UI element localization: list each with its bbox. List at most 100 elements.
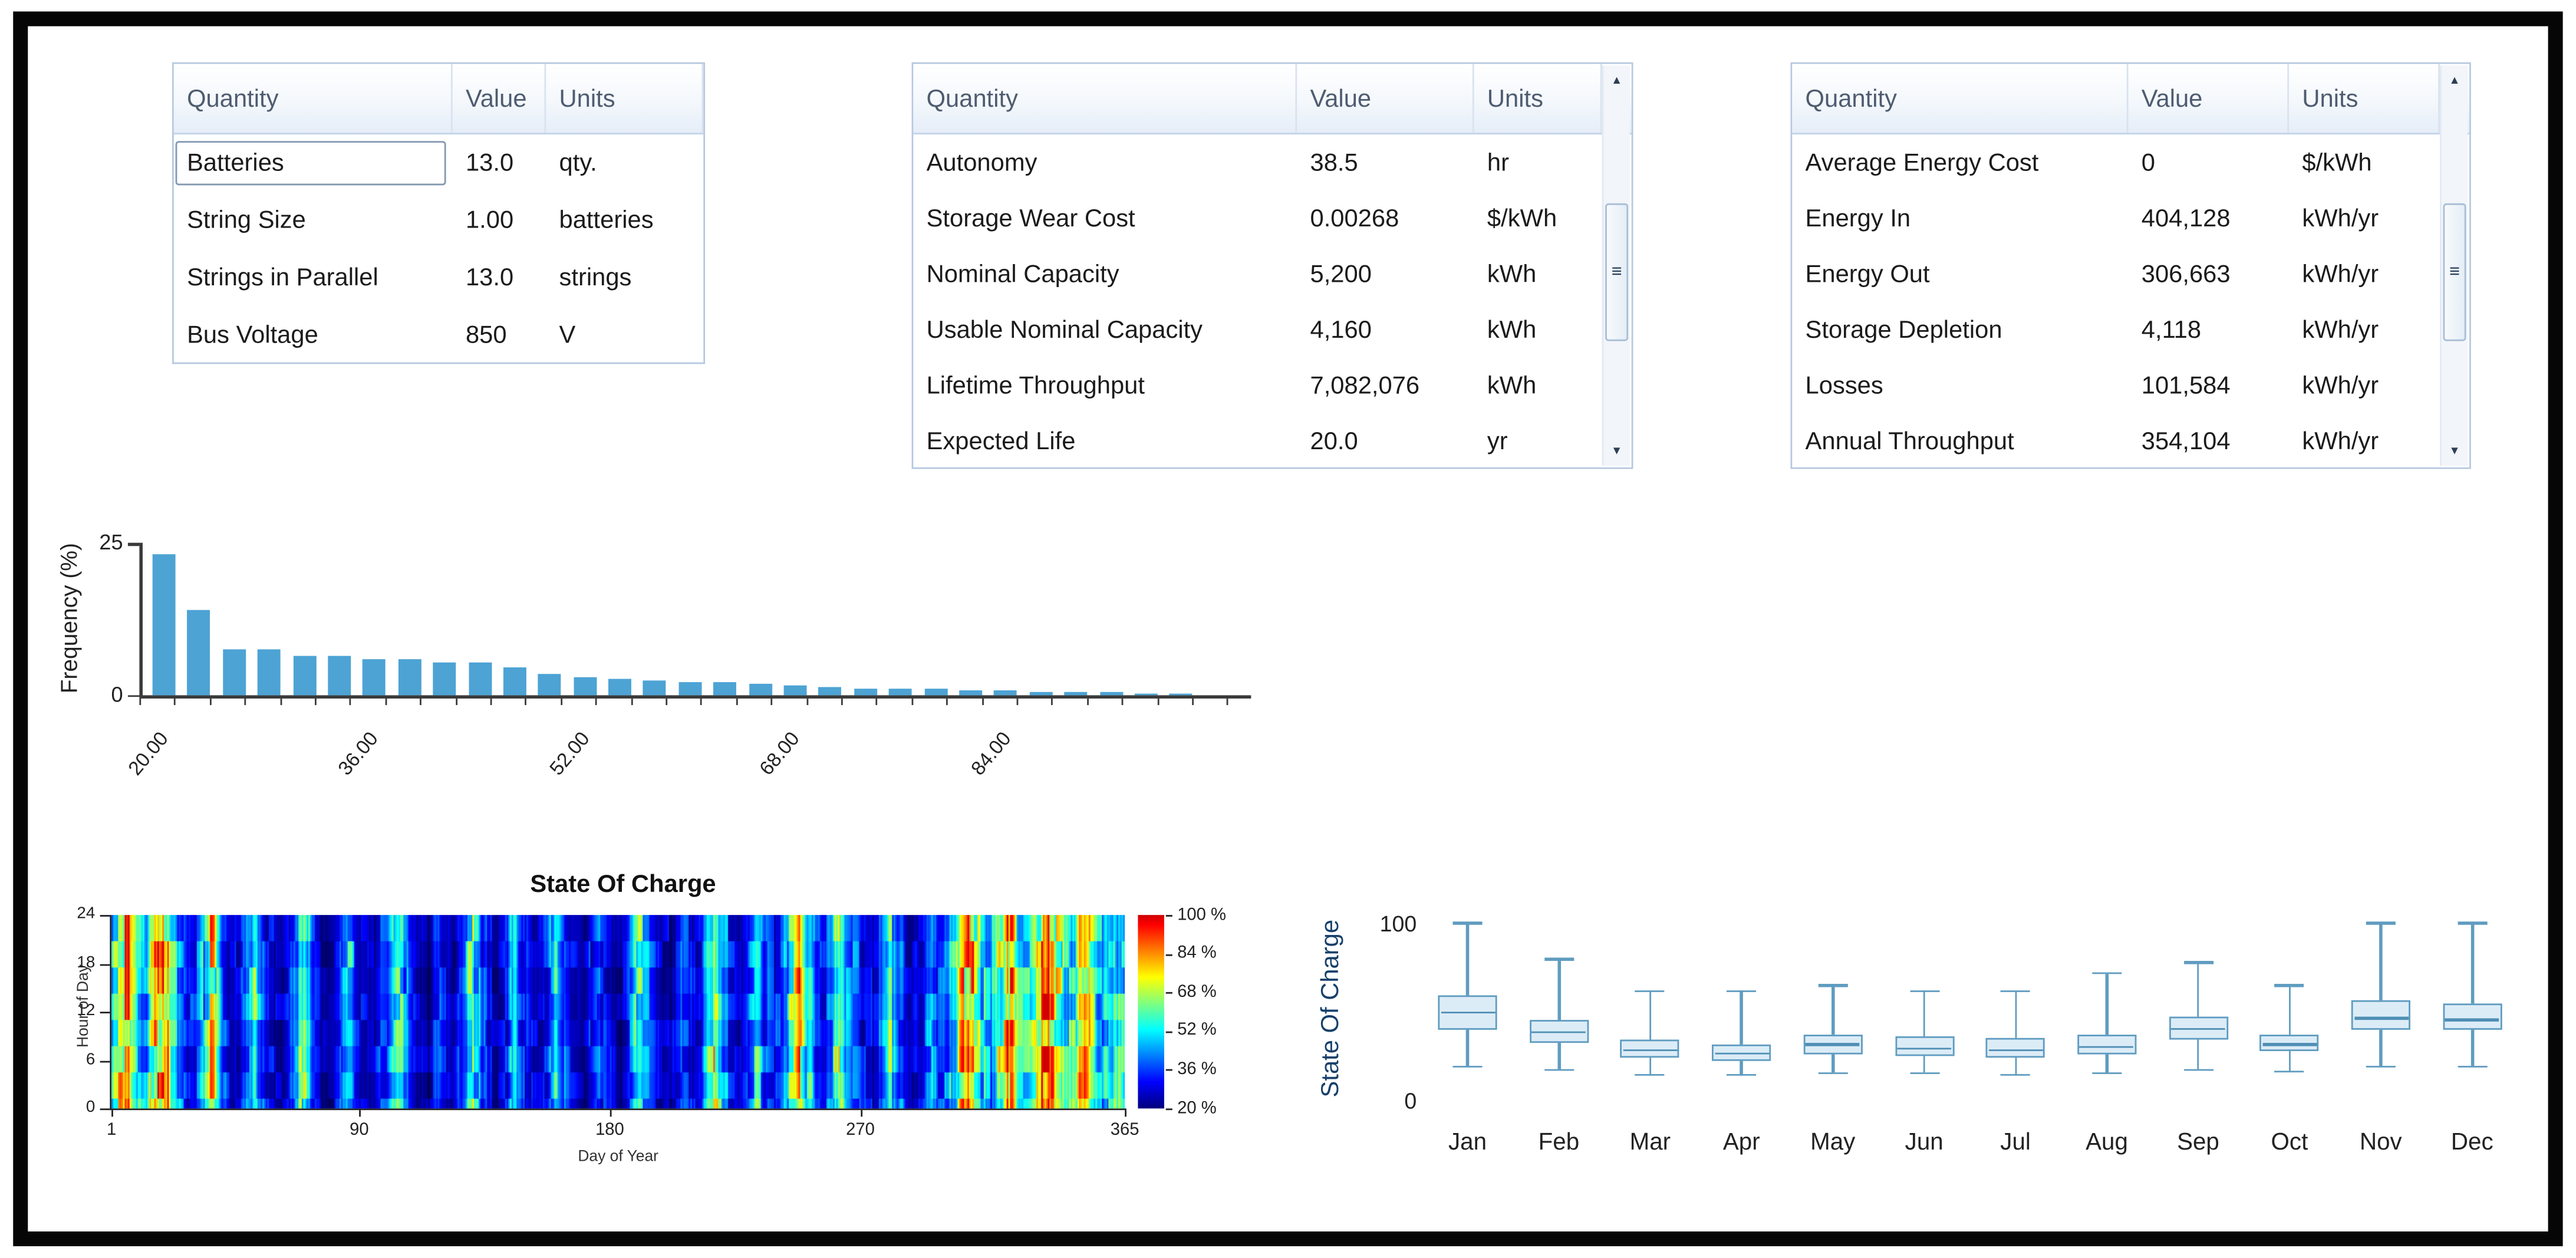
table-cell[interactable]: Bus Voltage bbox=[174, 307, 453, 364]
axis-tick bbox=[127, 542, 140, 545]
table-cell[interactable]: String Size bbox=[174, 192, 453, 249]
table-cell[interactable]: 5,200 bbox=[1297, 246, 1474, 302]
scroll-down-button[interactable]: ▼ bbox=[2442, 438, 2468, 465]
table-cell[interactable]: Storage Wear Cost bbox=[913, 190, 1297, 246]
header-value[interactable]: Value bbox=[453, 64, 546, 133]
vertical-scrollbar[interactable]: ▲ ≡ ▼ bbox=[1602, 65, 1630, 466]
table-cell[interactable]: kWh bbox=[1474, 357, 1602, 413]
axis-tick bbox=[359, 1110, 361, 1117]
table-row: Strings in Parallel 13.0 strings bbox=[174, 249, 703, 307]
table-cell[interactable]: Losses bbox=[1792, 357, 2128, 413]
axis-tick bbox=[209, 697, 212, 706]
table-cell[interactable]: yr bbox=[1474, 413, 1602, 469]
colorbar-label: 20 % bbox=[1177, 1098, 1217, 1118]
boxplot-box bbox=[1986, 1038, 2045, 1058]
vertical-scrollbar[interactable]: ▲ ≡ ▼ bbox=[2440, 65, 2468, 466]
table-cell[interactable]: 13.0 bbox=[453, 134, 546, 192]
heatmap-title: State Of Charge bbox=[530, 871, 716, 899]
table-cell[interactable]: kWh/yr bbox=[2289, 246, 2440, 302]
table-cell[interactable]: 4,160 bbox=[1297, 302, 1474, 358]
colorbar-label: 68 % bbox=[1177, 982, 1217, 1002]
table-cell[interactable]: kWh/yr bbox=[2289, 190, 2440, 246]
table-cell[interactable]: 7,082,076 bbox=[1297, 357, 1474, 413]
table-cell[interactable]: Storage Depletion bbox=[1792, 302, 2128, 358]
y-tick-label: 100 bbox=[1379, 911, 1417, 937]
histogram-bar bbox=[1029, 691, 1053, 696]
table-battery-sizing: Quantity Value Units Batteries 13.0 qty. St… bbox=[172, 62, 706, 364]
table-cell[interactable]: kWh bbox=[1474, 302, 1602, 358]
axis-tick bbox=[1052, 697, 1053, 706]
axis-tick bbox=[490, 697, 492, 706]
scroll-up-button[interactable]: ▲ bbox=[1603, 67, 1630, 94]
table-cell[interactable]: batteries bbox=[546, 192, 703, 249]
histogram-bar bbox=[433, 662, 456, 696]
header-units[interactable]: Units bbox=[1474, 64, 1602, 133]
table-cell[interactable]: Autonomy bbox=[913, 134, 1297, 190]
boxplot-median bbox=[1623, 1049, 1678, 1052]
header-quantity[interactable]: Quantity bbox=[913, 64, 1297, 133]
table-cell[interactable]: Annual Throughput bbox=[1792, 413, 2128, 469]
axis-tick bbox=[1125, 1110, 1126, 1117]
table-row: Nominal Capacity 5,200 kWh bbox=[913, 246, 1631, 302]
scroll-up-button[interactable]: ▲ bbox=[2442, 67, 2468, 94]
table-cell[interactable]: kWh/yr bbox=[2289, 302, 2440, 358]
table-cell[interactable]: 13.0 bbox=[453, 249, 546, 307]
table-cell[interactable]: 1.00 bbox=[453, 192, 546, 249]
header-quantity[interactable]: Quantity bbox=[1792, 64, 2129, 133]
histogram-bar bbox=[363, 658, 386, 696]
scroll-down-button[interactable]: ▼ bbox=[1603, 438, 1630, 465]
boxplot-whisker-cap bbox=[2092, 972, 2122, 975]
table-row: Lifetime Throughput 7,082,076 kWh bbox=[913, 357, 1631, 413]
axis-tick bbox=[1122, 697, 1124, 706]
axis-tick bbox=[385, 697, 387, 706]
scrollbar-thumb[interactable]: ≡ bbox=[1605, 203, 1629, 341]
header-units[interactable]: Units bbox=[546, 64, 704, 133]
table-cell[interactable]: 354,104 bbox=[2129, 413, 2290, 469]
table-cell[interactable]: Usable Nominal Capacity bbox=[913, 302, 1297, 358]
boxplot-box bbox=[2442, 1003, 2502, 1030]
month-label: Feb bbox=[1538, 1129, 1580, 1157]
boxplot-whisker-cap bbox=[2183, 961, 2213, 964]
table-cell[interactable]: Expected Life bbox=[913, 413, 1297, 469]
table-cell[interactable]: 0 bbox=[2129, 134, 2290, 190]
table-cell[interactable]: strings bbox=[546, 249, 703, 307]
table-cell[interactable]: Nominal Capacity bbox=[913, 246, 1297, 302]
header-value[interactable]: Value bbox=[1297, 64, 1474, 133]
table-cell[interactable]: 101,584 bbox=[2129, 357, 2290, 413]
table-cell[interactable]: 38.5 bbox=[1297, 134, 1474, 190]
table-cell[interactable]: Energy In bbox=[1792, 190, 2128, 246]
axis-tick bbox=[111, 1110, 113, 1117]
table-cell[interactable]: $/kWh bbox=[2289, 134, 2440, 190]
axis-tick bbox=[946, 697, 948, 706]
table-cell[interactable]: 404,128 bbox=[2129, 190, 2290, 246]
boxplot-median bbox=[1897, 1047, 1952, 1050]
header-value[interactable]: Value bbox=[2129, 64, 2290, 133]
scrollbar-thumb[interactable]: ≡ bbox=[2443, 203, 2466, 341]
table-cell[interactable]: Average Energy Cost bbox=[1792, 134, 2128, 190]
table-cell[interactable]: 4,118 bbox=[2129, 302, 2290, 358]
table-cell[interactable]: kWh/yr bbox=[2289, 413, 2440, 469]
table-cell[interactable]: Lifetime Throughput bbox=[913, 357, 1297, 413]
table-cell[interactable]: hr bbox=[1474, 134, 1602, 190]
table-row: Energy In 404,128 kWh/yr bbox=[1792, 190, 2469, 246]
header-quantity[interactable]: Quantity bbox=[174, 64, 453, 133]
table-cell[interactable]: 20.0 bbox=[1297, 413, 1474, 469]
table-cell[interactable]: 850 bbox=[453, 307, 546, 364]
axis-tick bbox=[1165, 1031, 1172, 1033]
table-cell[interactable]: kWh/yr bbox=[2289, 357, 2440, 413]
table-cell[interactable]: Energy Out bbox=[1792, 246, 2128, 302]
table-cell[interactable]: V bbox=[546, 307, 703, 364]
table-cell[interactable]: kWh bbox=[1474, 246, 1602, 302]
boxplot-whisker-cap bbox=[1544, 957, 1574, 960]
header-units[interactable]: Units bbox=[2289, 64, 2440, 133]
table-cell[interactable]: Batteries bbox=[174, 134, 453, 192]
table-cell[interactable]: qty. bbox=[546, 134, 703, 192]
table-body: Batteries 13.0 qty. String Size 1.00 batterie… bbox=[174, 134, 703, 364]
table-cell[interactable]: Strings in Parallel bbox=[174, 249, 453, 307]
axis-tick bbox=[841, 697, 843, 706]
histogram-bar bbox=[538, 674, 562, 696]
table-cell[interactable]: 0.00268 bbox=[1297, 190, 1474, 246]
table-cell[interactable]: $/kWh bbox=[1474, 190, 1602, 246]
table-cell[interactable]: 306,663 bbox=[2129, 246, 2290, 302]
histogram-bar bbox=[959, 690, 983, 696]
